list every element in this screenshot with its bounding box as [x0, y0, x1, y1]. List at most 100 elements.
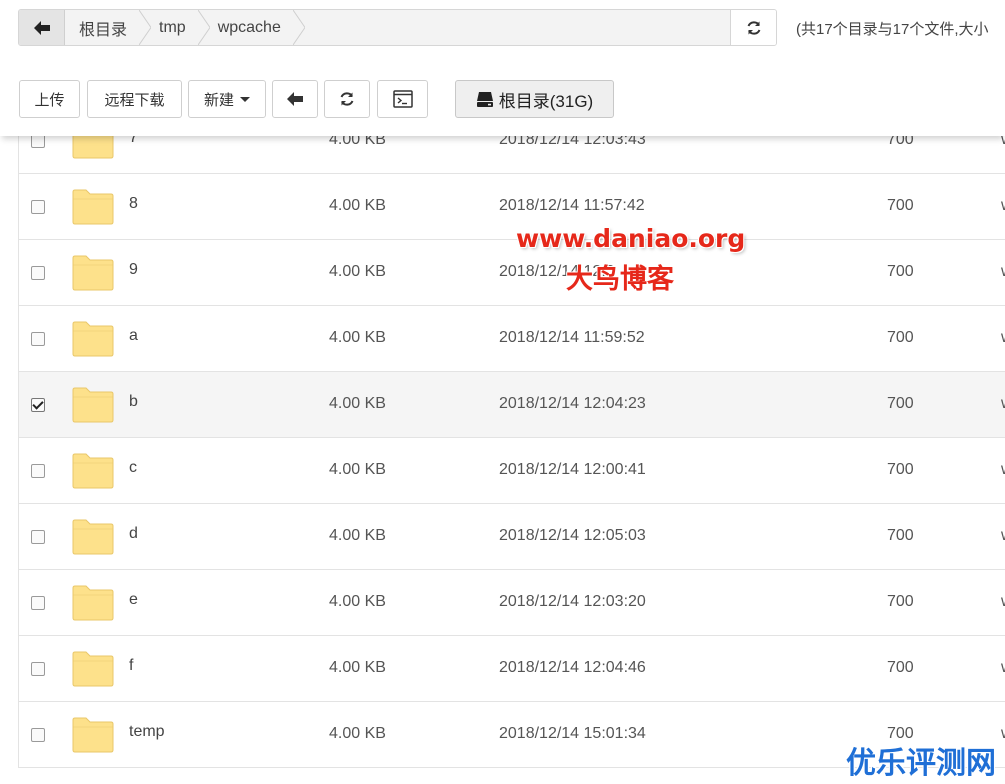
- file-size: 4.00 KB: [329, 725, 386, 742]
- folder-icon[interactable]: [71, 717, 115, 753]
- folder-icon[interactable]: [71, 453, 115, 489]
- remote-download-button[interactable]: 远程下载: [87, 80, 182, 118]
- file-size: 4.00 KB: [329, 527, 386, 544]
- file-permission[interactable]: 700: [887, 593, 914, 611]
- file-permission[interactable]: 700: [887, 461, 914, 479]
- row-checkbox[interactable]: [31, 530, 45, 544]
- refresh-icon: [340, 92, 354, 106]
- arrow-left-icon: [287, 92, 303, 106]
- file-modified-date: 2018/12/14 15:01:34: [499, 725, 646, 742]
- file-owner[interactable]: w: [1001, 593, 1005, 611]
- remote-download-button-label: 远程下载: [104, 91, 165, 109]
- file-name[interactable]: c: [129, 459, 137, 477]
- watermark-corner: 优乐评测网: [846, 746, 996, 781]
- folder-icon[interactable]: [71, 255, 115, 291]
- hard-drive-icon: [476, 91, 493, 107]
- file-owner[interactable]: w: [1001, 329, 1005, 347]
- watermark-url: www.daniao.org: [516, 224, 746, 253]
- file-name[interactable]: 9: [129, 261, 138, 279]
- file-permission[interactable]: 700: [887, 197, 914, 215]
- file-row[interactable]: f 4.00 KB 2018/12/14 12:04:46 700 w: [18, 636, 1005, 702]
- folder-icon[interactable]: [71, 585, 115, 621]
- row-checkbox[interactable]: [31, 728, 45, 742]
- breadcrumb-separator-icon: [197, 10, 210, 45]
- row-checkbox[interactable]: [31, 464, 45, 478]
- disk-root-button[interactable]: 根目录(31G): [455, 80, 614, 118]
- file-row[interactable]: 8 4.00 KB 2018/12/14 11:57:42 700 w: [18, 174, 1005, 240]
- file-name[interactable]: b: [129, 393, 138, 411]
- file-name[interactable]: d: [129, 525, 138, 543]
- file-size: 4.00 KB: [329, 263, 386, 280]
- folder-icon[interactable]: [71, 651, 115, 687]
- terminal-button[interactable]: [377, 80, 428, 118]
- watermark-site-name: 大鸟博客: [566, 264, 674, 295]
- row-checkbox[interactable]: [31, 332, 45, 346]
- file-row[interactable]: e 4.00 KB 2018/12/14 12:03:20 700 w: [18, 570, 1005, 636]
- file-size: 4.00 KB: [329, 593, 386, 610]
- terminal-icon: [392, 90, 413, 108]
- file-row[interactable]: a 4.00 KB 2018/12/14 11:59:52 700 w: [18, 306, 1005, 372]
- breadcrumb: 根目录 tmp wpcache: [65, 10, 730, 45]
- file-modified-date: 2018/12/14 12:04:23: [499, 395, 646, 412]
- refresh-button[interactable]: [324, 80, 370, 118]
- new-button-label: 新建: [203, 91, 234, 109]
- file-modified-date: 2018/12/14 11:57:42: [499, 197, 645, 214]
- new-dropdown-button[interactable]: 新建: [188, 80, 266, 118]
- breadcrumb-label: 根目录: [79, 21, 128, 39]
- row-checkbox[interactable]: [31, 398, 45, 412]
- path-bar: 根目录 tmp wpcache: [18, 9, 777, 46]
- file-size: 4.00 KB: [329, 329, 386, 346]
- file-name[interactable]: e: [129, 591, 138, 609]
- file-permission[interactable]: 700: [887, 659, 914, 677]
- row-checkbox[interactable]: [31, 266, 45, 280]
- file-row[interactable]: 94.00 KB2018/12/14 12:0700w: [18, 240, 1005, 306]
- breadcrumb-separator-icon: [292, 10, 305, 45]
- file-owner[interactable]: w: [1001, 197, 1005, 215]
- file-permission[interactable]: 700: [887, 329, 914, 347]
- file-size: 4.00 KB: [329, 197, 386, 214]
- file-size: 4.00 KB: [329, 395, 386, 412]
- file-row[interactable]: b 4.00 KB 2018/12/14 12:04:23 700 w: [18, 372, 1005, 438]
- file-owner[interactable]: w: [1001, 527, 1005, 545]
- file-permission[interactable]: 700: [887, 527, 914, 545]
- file-modified-date: 2018/12/14 12:03:20: [499, 593, 646, 610]
- breadcrumb-label: tmp: [159, 18, 186, 36]
- caret-down-icon: [240, 96, 250, 102]
- file-name[interactable]: f: [129, 657, 133, 675]
- file-owner[interactable]: w: [1001, 461, 1005, 479]
- file-row[interactable]: c 4.00 KB 2018/12/14 12:00:41 700 w: [18, 438, 1005, 504]
- upload-button[interactable]: 上传: [19, 80, 80, 118]
- file-row[interactable]: d 4.00 KB 2018/12/14 12:05:03 700 w: [18, 504, 1005, 570]
- file-permission[interactable]: 700: [887, 395, 914, 413]
- file-size: 4.00 KB: [329, 461, 386, 478]
- file-owner[interactable]: w: [1001, 659, 1005, 677]
- file-owner[interactable]: w: [1001, 725, 1005, 743]
- file-name[interactable]: a: [129, 327, 138, 345]
- file-modified-date: 2018/12/14 11:59:52: [499, 329, 645, 346]
- file-owner[interactable]: w: [1001, 395, 1005, 413]
- file-permission[interactable]: 700: [887, 263, 914, 281]
- file-name[interactable]: temp: [129, 723, 165, 741]
- row-checkbox[interactable]: [31, 134, 45, 148]
- upload-button-label: 上传: [34, 91, 65, 109]
- path-back-button[interactable]: [19, 10, 65, 45]
- row-checkbox[interactable]: [31, 200, 45, 214]
- breadcrumb-item-wpcache[interactable]: wpcache: [204, 10, 305, 45]
- folder-icon[interactable]: [71, 387, 115, 423]
- breadcrumb-item-tmp[interactable]: tmp: [145, 10, 210, 45]
- breadcrumb-label: wpcache: [217, 18, 281, 36]
- toolbar: 上传 远程下载 新建 根目录(31G): [0, 58, 1005, 136]
- path-refresh-button[interactable]: [730, 10, 776, 45]
- file-size: 4.00 KB: [329, 659, 386, 676]
- breadcrumb-item-root[interactable]: 根目录: [65, 10, 152, 45]
- arrow-left-icon: [33, 20, 50, 35]
- row-checkbox[interactable]: [31, 596, 45, 610]
- file-name[interactable]: 8: [129, 195, 138, 213]
- back-button[interactable]: [272, 80, 318, 118]
- folder-icon[interactable]: [71, 321, 115, 357]
- folder-icon[interactable]: [71, 519, 115, 555]
- row-checkbox[interactable]: [31, 662, 45, 676]
- file-owner[interactable]: w: [1001, 263, 1005, 281]
- folder-icon[interactable]: [71, 189, 115, 225]
- file-modified-date: 2018/12/14 12:04:46: [499, 659, 646, 676]
